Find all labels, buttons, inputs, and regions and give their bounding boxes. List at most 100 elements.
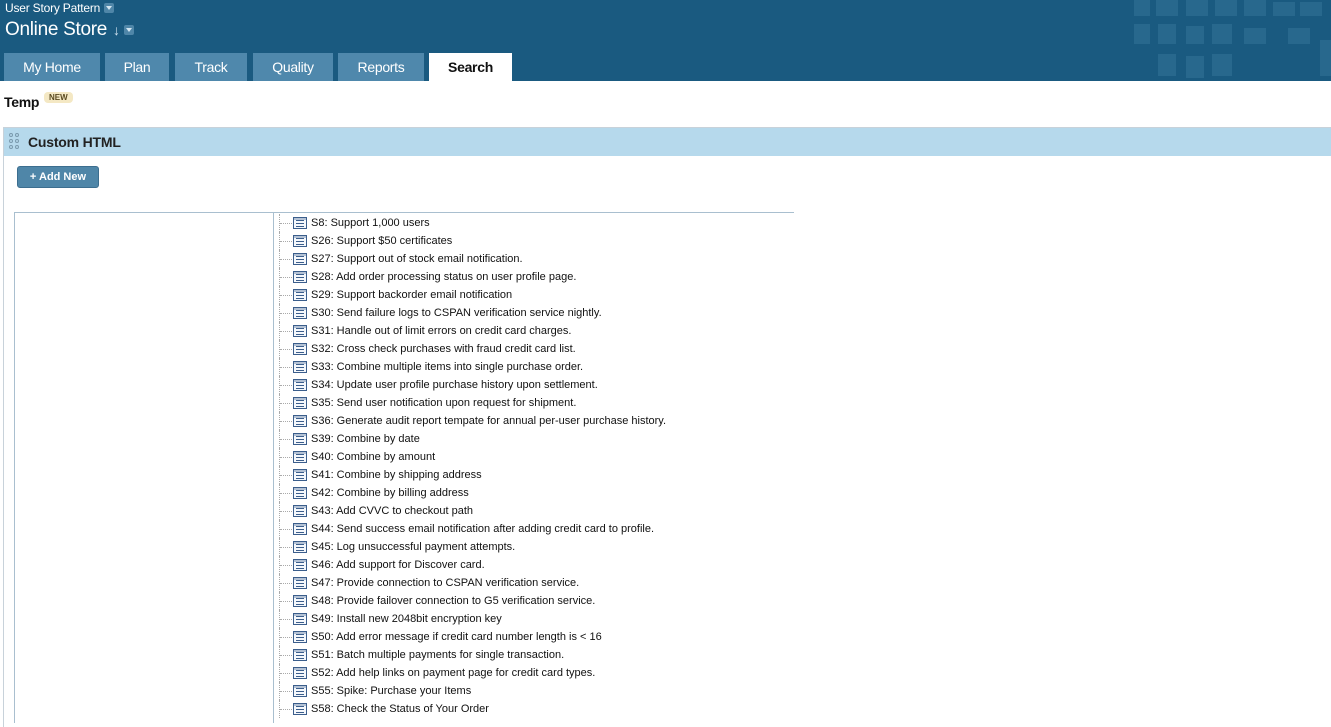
header-decoration (1158, 54, 1176, 76)
story-item[interactable]: S44: Send success email notification aft… (275, 520, 793, 538)
header-decoration (1212, 54, 1232, 76)
chevron-down-icon[interactable] (123, 25, 134, 35)
story-label[interactable]: S30: Send failure logs to CSPAN verifica… (311, 307, 602, 319)
story-item[interactable]: S41: Combine by shipping address (275, 466, 793, 484)
user-story-icon (293, 559, 307, 571)
story-item[interactable]: S28: Add order processing status on user… (275, 268, 793, 286)
header-decoration (1288, 28, 1310, 44)
story-label[interactable]: S28: Add order processing status on user… (311, 271, 576, 283)
story-label[interactable]: S43: Add CVVC to checkout path (311, 505, 473, 517)
tab-track[interactable]: Track (175, 53, 247, 81)
story-label[interactable]: S47: Provide connection to CSPAN verific… (311, 577, 579, 589)
story-item[interactable]: S8: Support 1,000 users (275, 214, 793, 232)
user-story-icon (293, 253, 307, 265)
user-story-icon (293, 649, 307, 661)
story-item[interactable]: S35: Send user notification upon request… (275, 394, 793, 412)
header-decoration (1158, 24, 1176, 44)
tab-search[interactable]: Search (429, 53, 512, 81)
story-item[interactable]: S39: Combine by date (275, 430, 793, 448)
header-decoration (1134, 24, 1150, 44)
workspace-title: Online Store (5, 19, 108, 40)
story-list: S8: Support 1,000 users S26: Support $50 … (275, 214, 793, 718)
story-label[interactable]: S36: Generate audit report tempate for a… (311, 415, 666, 427)
story-item[interactable]: S46: Add support for Discover card. (275, 556, 793, 574)
story-item[interactable]: S45: Log unsuccessful payment attempts. (275, 538, 793, 556)
story-label[interactable]: S27: Support out of stock email notifica… (311, 253, 523, 265)
user-story-icon (293, 505, 307, 517)
story-item[interactable]: S27: Support out of stock email notifica… (275, 250, 793, 268)
story-item[interactable]: S48: Provide failover connection to G5 v… (275, 592, 793, 610)
user-story-icon (293, 577, 307, 589)
story-item[interactable]: S51: Batch multiple payments for single … (275, 646, 793, 664)
story-item[interactable]: S29: Support backorder email notificatio… (275, 286, 793, 304)
story-item[interactable]: S50: Add error message if credit card nu… (275, 628, 793, 646)
story-label[interactable]: S52: Add help links on payment page for … (311, 667, 595, 679)
story-item[interactable]: S42: Combine by billing address (275, 484, 793, 502)
add-new-button[interactable]: + Add New (17, 166, 99, 188)
user-story-icon (293, 541, 307, 553)
story-label[interactable]: S26: Support $50 certificates (311, 235, 452, 247)
story-item[interactable]: S30: Send failure logs to CSPAN verifica… (275, 304, 793, 322)
tab-label: My Home (23, 59, 81, 75)
story-label[interactable]: S29: Support backorder email notificatio… (311, 289, 512, 301)
story-label[interactable]: S35: Send user notification upon request… (311, 397, 576, 409)
chevron-down-icon[interactable] (104, 3, 115, 13)
tab-plan[interactable]: Plan (105, 53, 169, 81)
story-item[interactable]: S36: Generate audit report tempate for a… (275, 412, 793, 430)
header-decoration (1186, 56, 1204, 78)
story-label[interactable]: S51: Batch multiple payments for single … (311, 649, 564, 661)
story-label[interactable]: S41: Combine by shipping address (311, 469, 482, 481)
story-label[interactable]: S32: Cross check purchases with fraud cr… (311, 343, 576, 355)
story-label[interactable]: S42: Combine by billing address (311, 487, 469, 499)
story-label[interactable]: S48: Provide failover connection to G5 v… (311, 595, 595, 607)
story-item[interactable]: S49: Install new 2048bit encryption key (275, 610, 793, 628)
story-label[interactable]: S44: Send success email notification aft… (311, 523, 654, 535)
project-name: User Story Pattern (5, 1, 101, 15)
story-item[interactable]: S32: Cross check purchases with fraud cr… (275, 340, 793, 358)
user-story-icon (293, 433, 307, 445)
tab-quality[interactable]: Quality (253, 53, 333, 81)
story-label[interactable]: S40: Combine by amount (311, 451, 435, 463)
user-story-icon (293, 487, 307, 499)
drag-handle-icon[interactable] (9, 133, 21, 151)
user-story-icon (293, 613, 307, 625)
tab-reports[interactable]: Reports (338, 53, 424, 81)
user-story-icon (293, 631, 307, 643)
story-item[interactable]: S40: Combine by amount (275, 448, 793, 466)
header-decoration (1300, 2, 1322, 16)
user-story-icon (293, 271, 307, 283)
story-label[interactable]: S46: Add support for Discover card. (311, 559, 485, 571)
story-label[interactable]: S49: Install new 2048bit encryption key (311, 613, 502, 625)
header-decoration (1186, 26, 1204, 44)
tab-label: Plan (123, 59, 151, 75)
story-item[interactable]: S55: Spike: Purchase your Items (275, 682, 793, 700)
story-item[interactable]: S33: Combine multiple items into single … (275, 358, 793, 376)
story-label[interactable]: S33: Combine multiple items into single … (311, 361, 583, 373)
header-decoration (1156, 0, 1178, 16)
project-selector[interactable]: User Story Pattern (5, 1, 115, 15)
story-label[interactable]: S31: Handle out of limit errors on credi… (311, 325, 571, 337)
user-story-icon (293, 703, 307, 715)
workspace-selector[interactable]: Online Store ↓ (5, 19, 134, 41)
story-tree: S8: Support 1,000 users S26: Support $50 … (14, 212, 794, 723)
story-item[interactable]: S52: Add help links on payment page for … (275, 664, 793, 682)
story-item[interactable]: S31: Handle out of limit errors on credi… (275, 322, 793, 340)
story-item[interactable]: S47: Provide connection to CSPAN verific… (275, 574, 793, 592)
tab-my-home[interactable]: My Home (4, 53, 100, 81)
story-label[interactable]: S45: Log unsuccessful payment attempts. (311, 541, 515, 553)
story-label[interactable]: S34: Update user profile purchase histor… (311, 379, 598, 391)
story-item[interactable]: S58: Check the Status of Your Order (275, 700, 793, 718)
user-story-icon (293, 469, 307, 481)
story-label[interactable]: S8: Support 1,000 users (311, 217, 430, 229)
story-label[interactable]: S58: Check the Status of Your Order (311, 703, 489, 715)
user-story-icon (293, 523, 307, 535)
header-decoration (1186, 0, 1208, 16)
user-story-icon (293, 235, 307, 247)
story-item[interactable]: S26: Support $50 certificates (275, 232, 793, 250)
story-label[interactable]: S50: Add error message if credit card nu… (311, 631, 602, 643)
story-label[interactable]: S39: Combine by date (311, 433, 420, 445)
story-label[interactable]: S55: Spike: Purchase your Items (311, 685, 471, 697)
story-item[interactable]: S34: Update user profile purchase histor… (275, 376, 793, 394)
tab-label: Quality (272, 59, 314, 75)
story-item[interactable]: S43: Add CVVC to checkout path (275, 502, 793, 520)
